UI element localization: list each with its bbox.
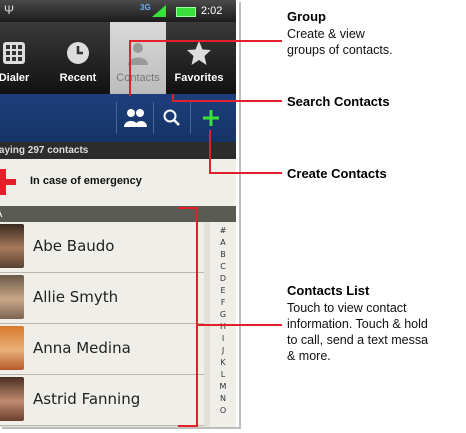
index-letter[interactable]: G <box>210 310 236 319</box>
contact-name: Anna Medina <box>33 339 131 357</box>
contact-row[interactable]: Anna Medina <box>0 324 204 375</box>
contact-name: Allie Smyth <box>33 288 119 306</box>
tab-recent[interactable]: Recent <box>50 22 106 94</box>
search-icon <box>163 109 180 126</box>
battery-icon <box>176 7 196 17</box>
list-callout-text: to call, send a text messa <box>287 333 429 347</box>
section-header: A <box>0 206 236 222</box>
tab-bar: Dialer Recent Contacts Favorites <box>0 22 236 94</box>
contact-count-header: playing 297 contacts <box>0 142 236 159</box>
index-letter[interactable]: O <box>210 406 236 415</box>
create-contact-button[interactable] <box>196 102 226 134</box>
index-letter[interactable]: K <box>210 358 236 367</box>
divider <box>116 102 117 134</box>
signal-icon <box>152 5 166 17</box>
avatar <box>0 275 24 319</box>
list-bracket-top <box>178 207 198 209</box>
list-bracket-side <box>196 207 198 427</box>
usb-icon: Ψ <box>4 3 15 17</box>
index-letter[interactable]: N <box>210 394 236 403</box>
list-callout-title: Contacts List <box>287 283 370 298</box>
status-bar: Ψ 3G 2:02 <box>0 0 236 22</box>
emergency-label: In case of emergency <box>30 175 142 187</box>
emergency-contacts-row[interactable]: In case of emergency <box>0 159 236 207</box>
clock-icon <box>50 40 106 66</box>
contact-name: Astrid Fanning <box>33 390 141 408</box>
phone-screen: Ψ 3G 2:02 Dialer Recent Contacts Favorit… <box>0 0 239 427</box>
avatar <box>0 224 24 268</box>
index-letter[interactable]: I <box>210 334 236 343</box>
tab-label: Contacts <box>116 72 160 84</box>
group-icon <box>124 109 147 127</box>
tab-label: Recent <box>59 72 97 84</box>
contact-row[interactable]: Astrid Fanning <box>0 375 204 426</box>
search-contacts-button[interactable] <box>157 102 187 134</box>
search-callout-title: Search Contacts <box>287 94 390 109</box>
list-bracket-bottom <box>178 425 198 427</box>
tab-label: Favorites <box>174 72 224 84</box>
list-callout-text: information. Touch & hold <box>287 317 428 331</box>
index-letter[interactable]: F <box>210 298 236 307</box>
status-time: 2:02 <box>201 5 223 17</box>
group-callout-text: groups of contacts. <box>287 43 393 57</box>
index-letter[interactable]: L <box>210 370 236 379</box>
group-callout-line <box>129 40 131 96</box>
group-callout-title: Group <box>287 9 326 24</box>
network-type: 3G <box>140 3 151 12</box>
index-letter[interactable]: A <box>210 238 236 247</box>
create-callout-line <box>209 130 211 172</box>
tab-contacts[interactable]: Contacts <box>110 22 166 94</box>
index-letter[interactable]: D <box>210 274 236 283</box>
index-letter[interactable]: # <box>210 226 236 235</box>
add-icon <box>203 110 219 126</box>
list-callout-text: Touch to view contact <box>287 301 407 315</box>
divider <box>153 102 154 134</box>
index-letter[interactable]: B <box>210 250 236 259</box>
section-letter: A <box>0 206 2 222</box>
tab-favorites[interactable]: Favorites <box>170 22 228 94</box>
list-callout-line <box>196 324 282 326</box>
list-callout-text: & more. <box>287 349 331 363</box>
contact-row[interactable]: Abe Baudo <box>0 222 204 273</box>
tab-dialer[interactable]: Dialer <box>0 22 44 94</box>
index-letter[interactable]: C <box>210 262 236 271</box>
index-letter[interactable]: E <box>210 286 236 295</box>
avatar <box>0 326 24 370</box>
contact-name: Abe Baudo <box>33 237 115 255</box>
star-icon <box>170 40 228 66</box>
index-letter[interactable]: M <box>210 382 236 391</box>
person-icon <box>110 40 166 66</box>
avatar <box>0 377 24 421</box>
contact-row[interactable]: Allie Smyth <box>0 273 204 324</box>
index-letter[interactable]: J <box>210 346 236 355</box>
tab-label: Dialer <box>0 72 30 84</box>
group-button[interactable] <box>120 102 150 134</box>
divider <box>190 102 191 134</box>
create-callout-title: Create Contacts <box>287 166 387 181</box>
dialpad-icon <box>0 40 44 66</box>
group-callout-line <box>129 40 282 42</box>
search-callout-line <box>172 100 282 102</box>
create-callout-line <box>209 172 282 174</box>
group-callout-text: Create & view <box>287 27 365 41</box>
emergency-plus-icon <box>0 169 16 195</box>
